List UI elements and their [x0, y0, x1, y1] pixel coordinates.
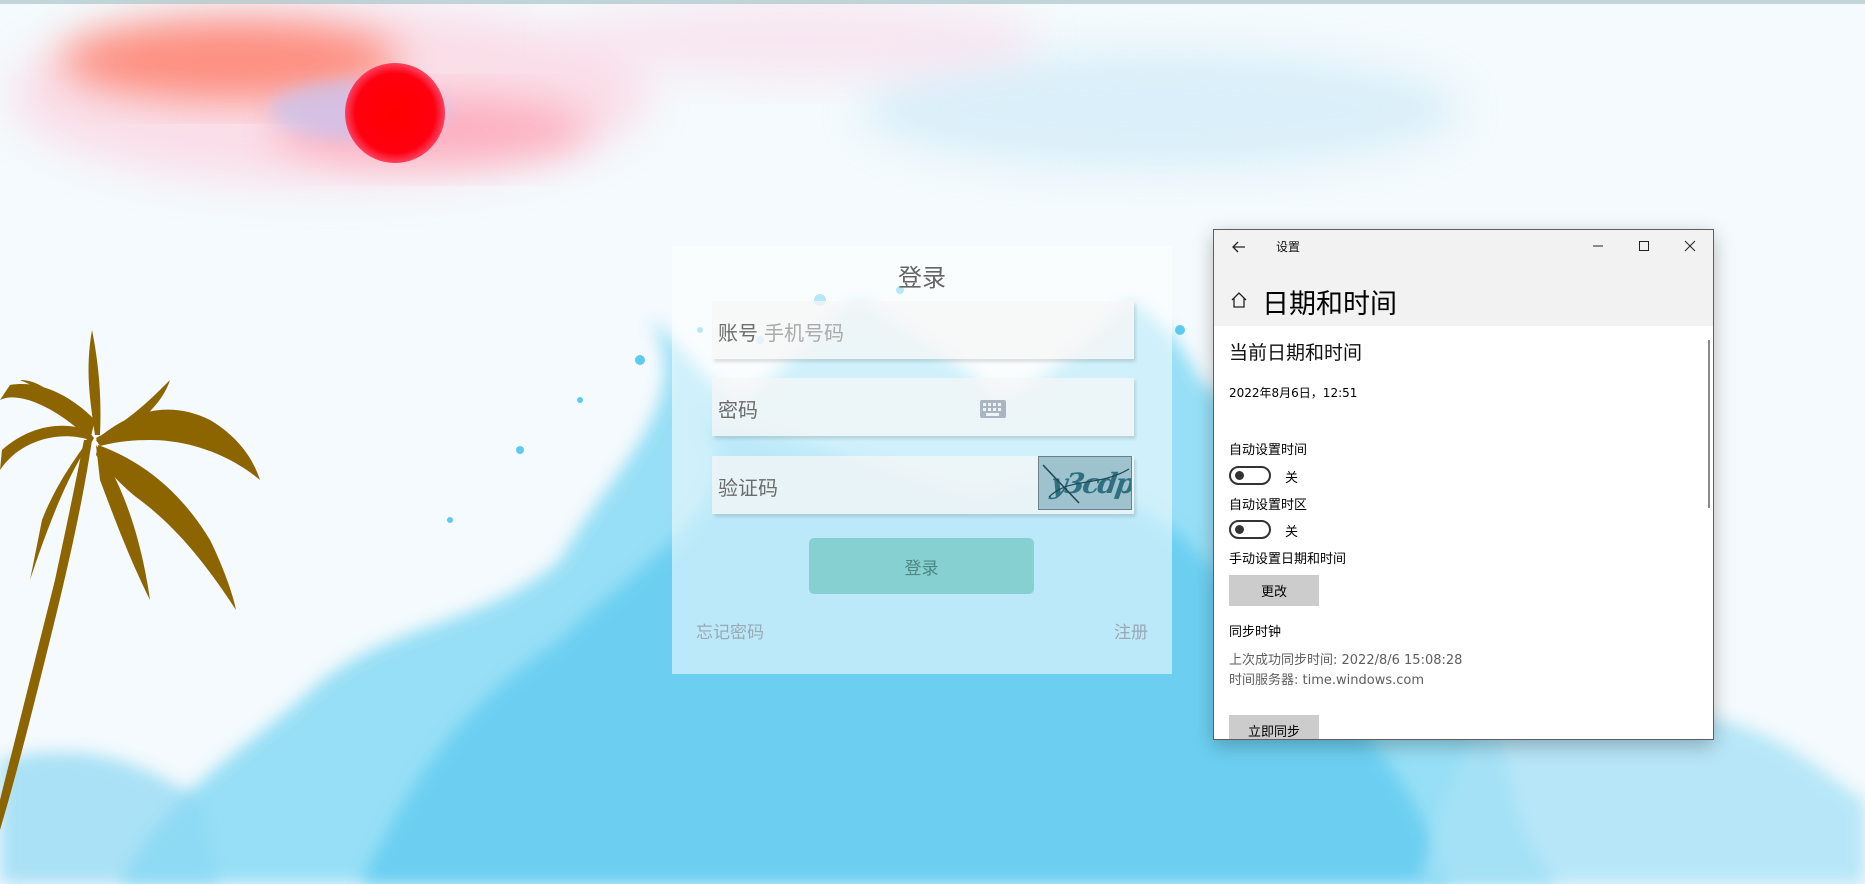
- current-datetime: 2022年8月6日，12:51: [1229, 386, 1358, 400]
- close-icon: [1684, 240, 1696, 252]
- arrow-left-icon[interactable]: [1228, 236, 1250, 258]
- home-icon[interactable]: [1230, 291, 1248, 309]
- settings-header: 设置 日期和时间: [1214, 230, 1713, 326]
- keyboard-icon[interactable]: [980, 400, 1006, 418]
- login-title: 登录: [898, 264, 946, 292]
- auto-time-toggle[interactable]: [1229, 466, 1271, 485]
- toggle-knob: [1235, 471, 1244, 480]
- sun: [345, 63, 445, 163]
- window-title: 设置: [1276, 240, 1301, 254]
- password-field[interactable]: 密码: [712, 378, 1134, 436]
- captcha-noise-lines: [1042, 464, 1130, 504]
- auto-zone-toggle[interactable]: [1229, 520, 1271, 539]
- account-placeholder: 手机号码: [764, 321, 844, 345]
- login-button[interactable]: 登录: [809, 538, 1034, 594]
- page-title: 日期和时间: [1262, 289, 1397, 320]
- last-sync-text: 上次成功同步时间: 2022/8/6 15:08:28: [1229, 653, 1463, 668]
- toggle-knob: [1235, 525, 1244, 534]
- settings-content: 当前日期和时间 2022年8月6日，12:51 自动设置时间 关 自动设置时区 …: [1214, 326, 1713, 739]
- auto-zone-state: 关: [1285, 525, 1299, 540]
- scrollbar[interactable]: [1708, 340, 1710, 508]
- maximize-button[interactable]: [1621, 230, 1667, 262]
- login-panel: 登录 账号 手机号码 密码 验证码 y3cdp 登录 忘记密码 注册: [672, 246, 1172, 674]
- close-button[interactable]: [1667, 230, 1713, 262]
- manual-datetime-label: 手动设置日期和时间: [1229, 552, 1347, 567]
- password-label: 密码: [718, 398, 758, 422]
- account-label: 账号: [718, 321, 758, 345]
- sync-clock-title: 同步时钟: [1229, 625, 1282, 640]
- captcha-image[interactable]: y3cdp: [1038, 456, 1132, 510]
- auto-time-label: 自动设置时间: [1229, 443, 1308, 458]
- time-server-text: 时间服务器: time.windows.com: [1229, 673, 1425, 688]
- auto-zone-label: 自动设置时区: [1229, 498, 1308, 513]
- auto-time-state: 关: [1285, 471, 1299, 486]
- desktop-background: 登录 账号 手机号码 密码 验证码 y3cdp 登录 忘记密码 注册 设置 日期…: [0, 0, 1865, 884]
- captcha-field[interactable]: 验证码 y3cdp: [712, 456, 1134, 514]
- captcha-label: 验证码: [718, 476, 778, 500]
- maximize-icon: [1639, 241, 1649, 251]
- sync-now-button[interactable]: 立即同步: [1229, 715, 1319, 739]
- forgot-password-link[interactable]: 忘记密码: [696, 618, 764, 643]
- settings-window: 设置 日期和时间 当前日期和时间 2022年8月6日，12:51 自动设置时间: [1213, 229, 1714, 740]
- change-button[interactable]: 更改: [1229, 575, 1319, 606]
- minimize-button[interactable]: [1575, 230, 1621, 262]
- section-title: 当前日期和时间: [1229, 342, 1363, 364]
- register-link[interactable]: 注册: [1114, 618, 1148, 643]
- account-field[interactable]: 账号 手机号码: [712, 301, 1134, 359]
- minimize-icon: [1593, 245, 1603, 247]
